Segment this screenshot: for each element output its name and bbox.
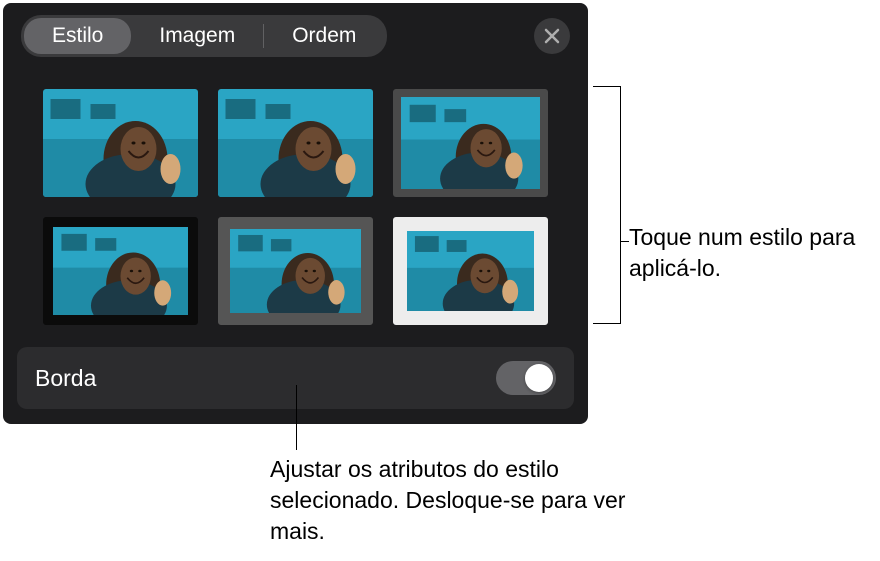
panel-header: Estilo Imagem Ordem	[3, 3, 588, 69]
style-thumbnail	[218, 89, 373, 197]
style-option-reflection[interactable]	[218, 89, 373, 197]
style-option-fat-gray-frame[interactable]	[218, 217, 373, 325]
tab-order[interactable]: Ordem	[264, 18, 384, 54]
callout-bottom: Ajustar os atributos do estilo seleciona…	[270, 454, 650, 547]
style-option-plain[interactable]	[43, 89, 198, 197]
style-thumbnail	[393, 89, 548, 197]
callout-top: Toque num estilo para aplicá-lo.	[629, 222, 869, 284]
style-option-white-mat[interactable]	[393, 217, 548, 325]
close-button[interactable]	[534, 18, 570, 54]
style-thumbnail	[393, 217, 548, 325]
style-grid	[3, 69, 588, 347]
border-label: Borda	[35, 365, 496, 392]
style-option-black-frame[interactable]	[43, 217, 198, 325]
style-thumbnail	[218, 217, 373, 325]
callout-bracket-top	[593, 86, 621, 324]
tab-style[interactable]: Estilo	[24, 18, 131, 54]
tab-image[interactable]: Imagem	[131, 18, 263, 54]
format-panel: Estilo Imagem Ordem	[3, 3, 588, 424]
border-toggle[interactable]	[496, 361, 556, 395]
style-thumbnail	[43, 217, 198, 325]
tab-bar: Estilo Imagem Ordem	[21, 15, 387, 57]
close-icon	[544, 28, 560, 44]
style-option-gray-frame[interactable]	[393, 89, 548, 197]
style-thumbnail	[43, 89, 198, 197]
toggle-knob	[525, 364, 553, 392]
callout-line-bottom	[296, 385, 297, 450]
